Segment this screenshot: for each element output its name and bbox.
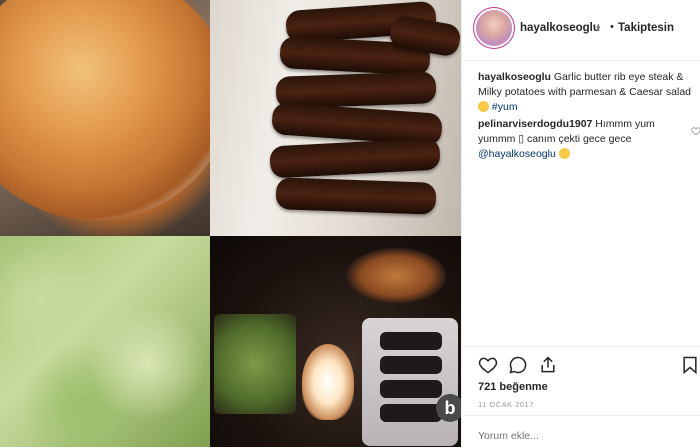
post-date[interactable]: 11 OCAK 2017: [478, 400, 534, 409]
verified-icon: ⬧: [596, 22, 601, 33]
bookmark-icon[interactable]: [680, 355, 700, 375]
comment-input[interactable]: [478, 430, 658, 442]
grin-emoji-icon: [558, 148, 570, 159]
comment-icon[interactable]: [508, 355, 528, 375]
post-header: hayalkoseoglu ⬧ • Takiptesin: [462, 0, 700, 61]
caption-hashtag[interactable]: #yum: [492, 101, 518, 113]
smile-emoji-icon: [478, 101, 489, 112]
likes-count[interactable]: 721 beğenme: [478, 381, 548, 393]
photo-dinner-table: [210, 236, 461, 447]
comment-mention[interactable]: @hayalkoseoglu: [478, 148, 556, 160]
comment-heart-icon[interactable]: [691, 126, 700, 136]
comment-item: pelinarviserdogdu1907 Hımmm yum yummm ▯ …: [478, 117, 692, 162]
comment-username[interactable]: pelinarviserdogdu1907: [478, 118, 592, 130]
share-icon[interactable]: [538, 355, 558, 375]
photo-caesar-salad: [0, 236, 210, 447]
post-username[interactable]: hayalkoseoglu: [520, 22, 600, 34]
post-photo[interactable]: b: [0, 0, 461, 447]
separator-dot: •: [610, 21, 614, 33]
post-sidebar: hayalkoseoglu ⬧ • Takiptesin hayalkoseog…: [461, 0, 700, 447]
comments-list: hayalkoseoglu Garlic butter rib eye stea…: [478, 70, 692, 162]
photo-potatoes: [0, 0, 210, 236]
caption: hayalkoseoglu Garlic butter rib eye stea…: [478, 70, 692, 115]
following-button[interactable]: Takiptesin: [618, 22, 674, 34]
photo-steak: [210, 0, 461, 236]
caption-username[interactable]: hayalkoseoglu: [478, 71, 551, 83]
add-comment-bar: [462, 415, 700, 448]
watermark-logo: b: [436, 394, 461, 422]
avatar[interactable]: [476, 10, 512, 46]
heart-icon[interactable]: [478, 355, 498, 375]
